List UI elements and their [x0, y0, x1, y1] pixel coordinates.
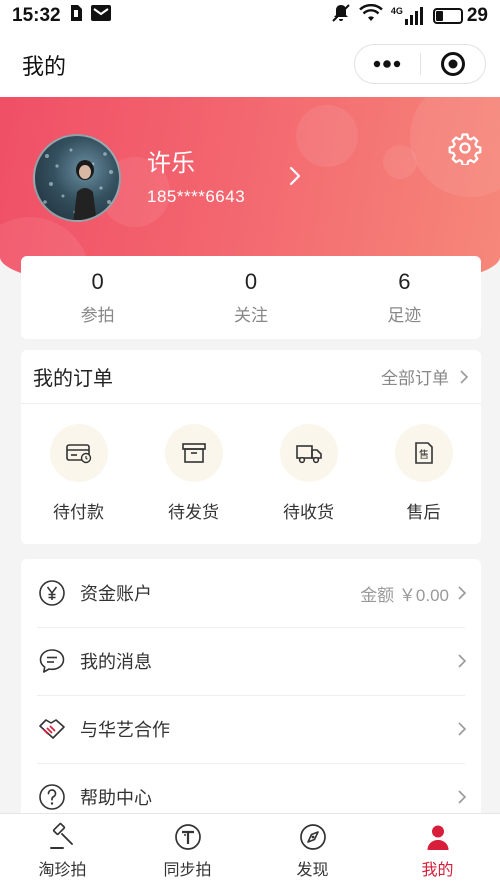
after-sale-icon: 售 [414, 442, 433, 464]
icon-badge [279, 424, 338, 482]
menu-item-right [457, 789, 467, 805]
order-pending-payment[interactable]: 待付款 [21, 424, 136, 523]
stat-label: 足迹 [387, 306, 422, 325]
more-dots-icon [374, 60, 401, 68]
tab-label: 发现 [296, 862, 329, 879]
battery-icon [432, 8, 463, 24]
stat-history[interactable]: 6 足迹 [328, 256, 481, 339]
user-phone: 185****6643 [147, 187, 246, 206]
battery-percent: 29 [466, 5, 488, 26]
battery-indicator: 29 [432, 5, 488, 27]
stat-bids[interactable]: 0 参拍 [21, 256, 174, 339]
mail-icon [90, 5, 111, 27]
avatar[interactable] [33, 134, 121, 222]
stat-label: 关注 [233, 306, 268, 325]
order-status-label: 待发货 [168, 503, 219, 522]
sim-icon [69, 4, 83, 28]
t-circle-icon [174, 824, 201, 850]
tab-discover[interactable]: 发现 [250, 814, 375, 888]
truck-icon [295, 445, 322, 464]
status-time: 15:32 [12, 5, 61, 26]
stat-value: 0 [91, 269, 104, 294]
box-icon [181, 443, 206, 463]
menu-item-label: 资金账户 [80, 584, 152, 604]
icon-badge [49, 424, 108, 482]
svg-text:售: 售 [419, 448, 429, 461]
stat-label: 参拍 [80, 306, 115, 325]
person-icon [427, 825, 448, 850]
help-circle-icon [37, 782, 67, 812]
profile-chevron-icon[interactable] [288, 165, 302, 192]
all-orders-label: 全部订单 [381, 369, 449, 388]
menu-item-right: 金额 ￥0.00 [360, 581, 467, 606]
close-program-button[interactable] [421, 45, 486, 83]
wifi-icon [359, 3, 383, 28]
order-status-grid: 待付款 待发货 待收货 售 售后 [21, 404, 481, 523]
account-balance: 金额 ￥0.00 [360, 585, 449, 605]
order-pending-shipment[interactable]: 待发货 [136, 424, 251, 523]
signal-icon: 4G [391, 7, 425, 25]
tab-tongbupai[interactable]: 同步拍 [125, 814, 250, 888]
order-after-sale[interactable]: 售 售后 [366, 424, 481, 523]
battery-level [435, 11, 443, 21]
orders-header: 我的订单 全部订单 [21, 350, 481, 404]
network-type: 4G [390, 6, 403, 16]
user-name[interactable]: 许乐 [147, 143, 195, 178]
handshake-icon [37, 714, 67, 744]
settings-gear-icon[interactable] [448, 131, 482, 170]
orders-card: 我的订单 全部订单 待付款 待发货 待收货 售 售后 [21, 350, 481, 544]
tab-label: 淘珍拍 [38, 862, 87, 879]
stats-card: 0 参拍 0 关注 6 足迹 [21, 256, 481, 339]
target-icon [440, 52, 465, 76]
chevron-right-icon [460, 369, 469, 384]
mini-program-capsule [354, 44, 486, 84]
page-title: 我的 [22, 53, 67, 79]
tab-mine[interactable]: 我的 [375, 814, 500, 888]
chevron-right-icon [458, 654, 467, 668]
mute-icon [331, 3, 351, 29]
menu-item-help[interactable]: 帮助中心 [21, 763, 481, 819]
yen-circle-icon [37, 578, 67, 608]
avatar-photo [43, 148, 113, 220]
tab-label: 同步拍 [163, 862, 212, 879]
menu-item-label: 帮助中心 [80, 788, 152, 808]
menu-item-label: 我的消息 [80, 652, 152, 672]
chat-bubble-icon [37, 646, 67, 676]
all-orders-link[interactable]: 全部订单 [381, 364, 469, 389]
menu-item-messages[interactable]: 我的消息 [21, 627, 481, 695]
chevron-right-icon [458, 790, 467, 804]
chevron-right-icon [458, 586, 467, 600]
compass-icon [299, 824, 326, 850]
order-pending-receipt[interactable]: 待收货 [251, 424, 366, 523]
tab-label: 我的 [421, 862, 454, 879]
decor-bubble [296, 105, 358, 167]
menu-item-cooperation[interactable]: 与华艺合作 [21, 695, 481, 763]
more-button[interactable] [355, 45, 420, 83]
chevron-right-icon [458, 722, 467, 736]
card-clock-icon [65, 444, 91, 464]
orders-title: 我的订单 [33, 368, 113, 390]
menu-item-label: 与华艺合作 [80, 720, 170, 740]
order-status-label: 待收货 [283, 503, 334, 522]
menu-item-account[interactable]: 资金账户 金额 ￥0.00 [21, 559, 481, 627]
icon-badge [164, 424, 223, 482]
icon-badge: 售 [394, 424, 453, 482]
bottom-tab-bar: 淘珍拍 同步拍 发现 我的 [0, 813, 500, 888]
order-status-label: 待付款 [53, 503, 104, 522]
stat-value: 6 [398, 269, 411, 294]
menu-item-right [457, 721, 467, 737]
order-status-label: 售后 [406, 503, 441, 522]
stat-value: 0 [244, 269, 258, 294]
gavel-icon [49, 822, 73, 849]
menu-item-right [457, 653, 467, 669]
stat-following[interactable]: 0 关注 [174, 256, 327, 339]
nav-bar: 我的 [0, 32, 500, 97]
tab-taozhenpai[interactable]: 淘珍拍 [0, 814, 125, 888]
menu-card: 资金账户 金额 ￥0.00 我的消息 与华艺合作 帮助中心 [21, 559, 481, 819]
status-bar: 15:32 4G 29 [0, 0, 500, 32]
